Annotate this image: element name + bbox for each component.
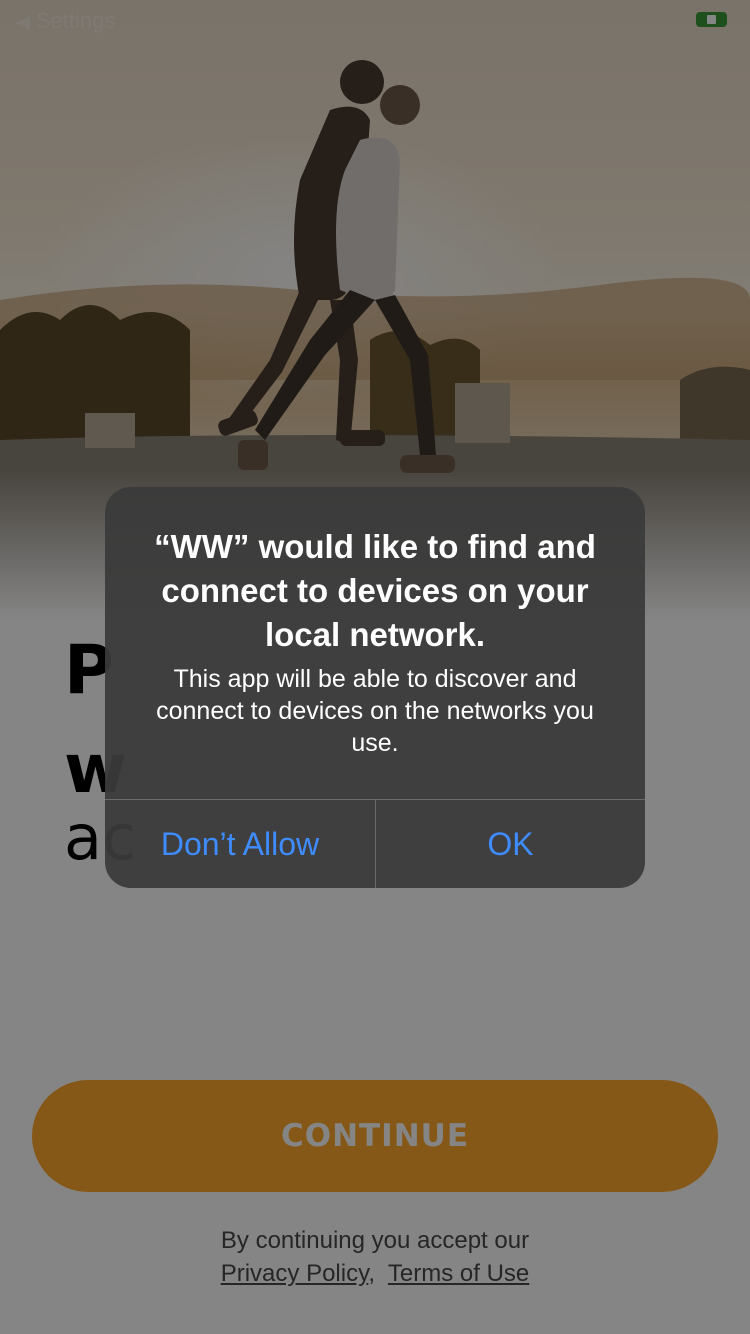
screen: ◀ Settings P w ac CONTINUE By continuing …	[0, 0, 750, 1334]
local-network-permission-alert: “WW” would like to find and connect to d…	[105, 487, 645, 888]
alert-message: This app will be able to discover and co…	[156, 665, 594, 757]
dont-allow-button[interactable]: Don’t Allow	[105, 800, 375, 888]
alert-title: “WW” would like to find and connect to d…	[154, 528, 596, 653]
ok-button[interactable]: OK	[376, 800, 645, 888]
